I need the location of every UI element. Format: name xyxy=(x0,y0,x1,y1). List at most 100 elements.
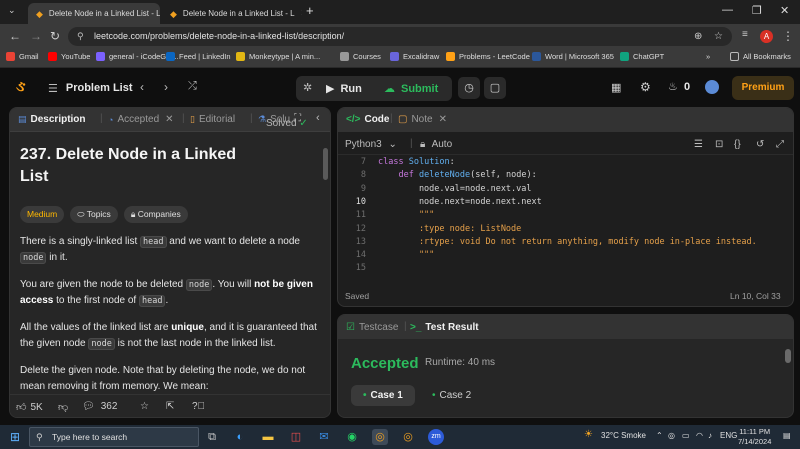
shuffle-icon[interactable]: ⤮ xyxy=(188,80,197,93)
close-window-icon[interactable]: ✕ xyxy=(780,4,789,17)
tab-search-icon[interactable]: ⌄ xyxy=(8,5,16,16)
weather-icon[interactable]: ☀ xyxy=(584,429,593,440)
chrome-active-icon[interactable]: ◎ xyxy=(372,429,388,445)
tab-note[interactable]: ▢ Note ✕ xyxy=(398,114,447,125)
share-icon[interactable]: ⇱ xyxy=(166,401,174,412)
case-tab-2[interactable]: • Case 2 xyxy=(420,385,483,406)
bookmark-item[interactable]: Excalidraw xyxy=(390,52,439,61)
braces-icon[interactable]: {} xyxy=(734,139,741,150)
user-avatar[interactable] xyxy=(705,80,719,94)
browser-tab[interactable]: ◆ Delete Node in a Linked List - L ✕ xyxy=(162,3,302,24)
tab-accepted[interactable]: ◔ Accepted ✕ xyxy=(108,114,174,125)
network-icon[interactable]: ◠ xyxy=(696,431,703,440)
like-button[interactable]: 👍︎ 5K xyxy=(16,401,43,414)
close-tab-icon[interactable]: ✕ xyxy=(295,8,302,19)
back-icon[interactable]: ← xyxy=(9,29,21,43)
notes-icon[interactable]: ▢ xyxy=(484,77,506,99)
difficulty-badge[interactable]: Medium xyxy=(20,206,65,223)
code-editor[interactable]: 7 class Solution: 8 def deleteNode(self, n… xyxy=(338,156,793,276)
extensions-icon[interactable]: ≡ xyxy=(742,29,748,40)
store-icon[interactable]: ◫ xyxy=(288,429,304,445)
code-line[interactable]: 10 node.next=node.next.next xyxy=(338,196,778,209)
bookmark-item[interactable]: YouTube xyxy=(48,52,90,61)
zoom-icon[interactable]: ⊕ xyxy=(694,27,702,46)
streak-fire-icon[interactable]: ♨ xyxy=(668,80,678,93)
mail-icon[interactable]: ✉ xyxy=(316,429,332,445)
fullscreen-icon[interactable]: ⤢ xyxy=(776,139,784,150)
layout-grid-icon[interactable]: ▦ xyxy=(611,81,621,94)
new-tab-button[interactable]: + xyxy=(306,3,314,18)
chrome-icon[interactable]: ◎ xyxy=(400,429,416,445)
result-scrollbar[interactable] xyxy=(785,343,791,415)
problem-list-button[interactable]: ☰ Problem List xyxy=(48,76,133,100)
code-line[interactable]: 8 def deleteNode(self, node): xyxy=(338,169,778,182)
browser-tab-active[interactable]: ◆ Delete Node in a Linked List - L ✕ xyxy=(28,3,160,24)
more-bookmarks-icon[interactable]: » xyxy=(706,52,710,61)
next-problem-icon[interactable]: › xyxy=(164,80,168,94)
site-info-icon[interactable]: ⚲ xyxy=(77,27,84,46)
companies-chip[interactable]: 🔒︎ Companies xyxy=(123,206,188,223)
dislike-button[interactable]: 👎︎ xyxy=(58,401,68,413)
tab-code[interactable]: </> Code xyxy=(346,114,389,125)
tray-app-icon[interactable]: ◎ xyxy=(668,431,675,440)
submit-button[interactable]: ☁ Submit xyxy=(384,76,438,101)
taskbar-search-input[interactable]: ⚲ Type here to search xyxy=(29,427,199,447)
settings-gear-icon[interactable]: ⚙ xyxy=(640,80,651,94)
format-icon[interactable]: ☰ xyxy=(694,139,703,150)
collapse-panel-icon[interactable]: ‹ xyxy=(316,112,320,124)
comments-button[interactable]: 💬︎ 362 xyxy=(82,401,117,412)
tab-description[interactable]: ▤ Description xyxy=(18,114,86,125)
scrollbar-thumb[interactable] xyxy=(785,349,791,363)
code-line[interactable]: 11 """ xyxy=(338,209,778,222)
windows-start-icon[interactable]: ⊞ xyxy=(7,429,23,445)
code-line[interactable]: 13 :rtype: void Do not return anything, … xyxy=(338,236,778,249)
code-line[interactable]: 14 """ xyxy=(338,249,778,262)
close-tab-icon[interactable]: ✕ xyxy=(439,114,447,125)
task-view-icon[interactable]: ⧉ xyxy=(204,429,220,445)
scrollbar-thumb[interactable] xyxy=(323,148,328,180)
whatsapp-icon[interactable]: ◉ xyxy=(344,429,360,445)
language-icon[interactable]: ENG xyxy=(720,431,737,440)
bookmark-item[interactable]: Problems - LeetCode xyxy=(446,52,530,61)
clock[interactable]: 11:11 PM 7/14/2024 xyxy=(738,427,771,447)
notifications-icon[interactable]: ▤ xyxy=(783,431,791,440)
premium-button[interactable]: Premium xyxy=(732,76,794,100)
profile-avatar[interactable]: A xyxy=(760,30,773,43)
close-tab-icon[interactable]: ✕ xyxy=(165,114,173,125)
browser-menu-icon[interactable]: ⋮ xyxy=(782,29,794,43)
tab-test-result[interactable]: >_ Test Result xyxy=(410,322,479,333)
prev-problem-icon[interactable]: ‹ xyxy=(140,80,144,94)
bookmark-item[interactable]: Word | Microsoft 365 xyxy=(532,52,614,61)
forward-icon[interactable]: → xyxy=(30,29,42,43)
help-icon[interactable]: ?⃝ xyxy=(192,401,205,412)
all-bookmarks-button[interactable]: All Bookmarks xyxy=(730,52,791,61)
favorite-star-icon[interactable]: ☆ xyxy=(140,401,149,412)
bookmark-item[interactable]: ChatGPT xyxy=(620,52,664,61)
volume-icon[interactable]: ♪ xyxy=(708,431,712,440)
bookmark-star-icon[interactable]: ☆ xyxy=(714,27,723,46)
battery-icon[interactable]: ▭ xyxy=(682,431,690,440)
language-select[interactable]: Python3 ⌄ xyxy=(345,139,397,150)
code-line[interactable]: 15 xyxy=(338,262,778,275)
tab-editorial[interactable]: ▯ Editorial xyxy=(190,114,235,125)
minimize-icon[interactable]: — xyxy=(722,4,733,16)
debug-icon[interactable]: ✲ xyxy=(303,81,312,94)
bookmark-item[interactable]: Courses xyxy=(340,52,381,61)
zoom-app-icon[interactable]: zm xyxy=(428,429,444,445)
auto-toggle[interactable]: 🔒︎ Auto xyxy=(420,139,452,150)
code-line[interactable]: 9 node.val=node.next.val xyxy=(338,183,778,196)
file-explorer-icon[interactable]: ▬ xyxy=(260,429,276,445)
case-tab-1[interactable]: • Case 1 xyxy=(351,385,415,406)
topics-chip[interactable]: ⬭ Topics xyxy=(70,206,118,223)
reload-icon[interactable]: ↻ xyxy=(50,29,60,43)
timer-icon[interactable]: ◷ xyxy=(458,77,480,99)
url-bar[interactable]: ⚲ leetcode.com/problems/delete-node-in-a… xyxy=(68,27,732,46)
leetcode-logo-icon[interactable]: ઙ xyxy=(16,78,26,95)
bookmark-item[interactable]: Gmail xyxy=(6,52,39,61)
restore-icon[interactable]: ❐ xyxy=(752,4,762,17)
show-hidden-icons[interactable]: ⌃ xyxy=(656,431,663,440)
bookmark-icon[interactable]: ⊡ xyxy=(715,139,723,150)
tab-testcase[interactable]: ☑ Testcase xyxy=(346,322,398,333)
run-button[interactable]: ▶ Run xyxy=(326,76,362,101)
code-line[interactable]: 7 class Solution: xyxy=(338,156,778,169)
